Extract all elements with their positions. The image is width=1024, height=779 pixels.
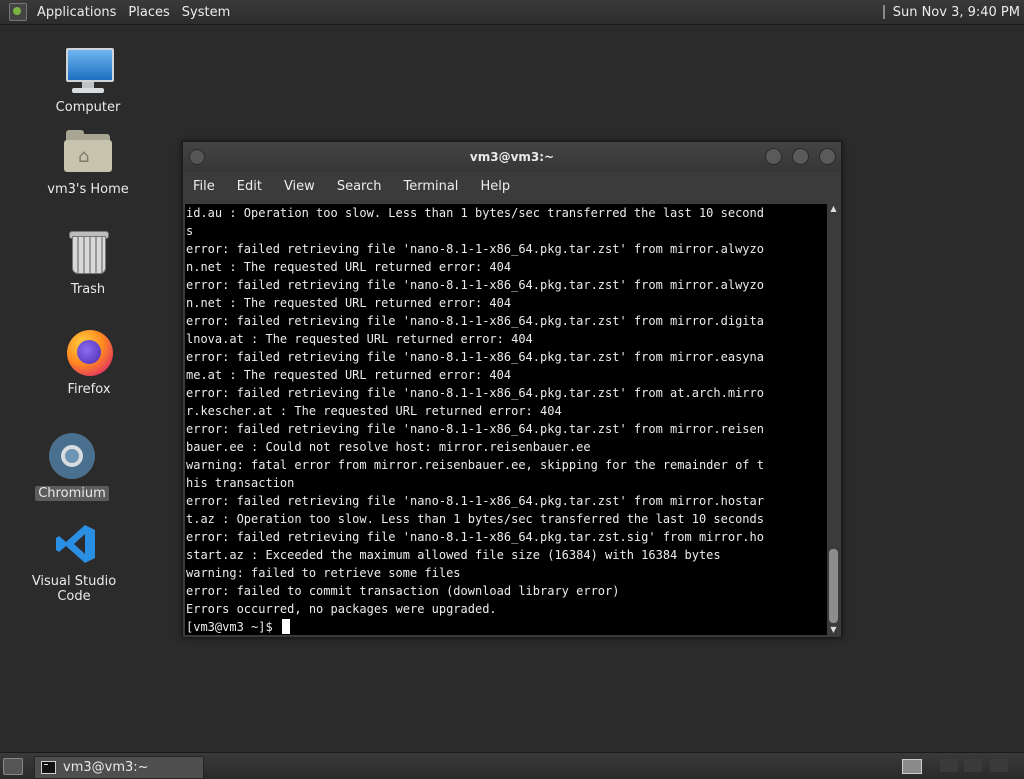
terminal-prompt-line[interactable]: [vm3@vm3 ~]$ <box>185 618 827 635</box>
window-titlebar[interactable]: vm3@vm3:~ <box>183 142 841 172</box>
terminal-line: warning: fatal error from mirror.reisenb… <box>186 458 764 472</box>
computer-icon <box>62 44 114 96</box>
terminal-line: error: failed retrieving file 'nano-8.1-… <box>186 386 764 400</box>
desktop-icon-label: Visual Studio Code <box>31 574 117 604</box>
vscode-icon <box>48 518 100 570</box>
clock[interactable]: Sun Nov 3, 9:40 PM <box>893 5 1020 20</box>
desktop-icon-home[interactable]: ⌂ vm3's Home <box>33 126 143 197</box>
desktop-icon-firefox[interactable]: Firefox <box>34 326 144 397</box>
text-cursor <box>281 619 290 634</box>
terminal-line: error: failed to commit transaction (dow… <box>186 584 620 598</box>
close-button[interactable] <box>819 148 836 165</box>
desktop-icon-label: Chromium <box>35 486 109 501</box>
terminal-output[interactable]: id.au : Operation too slow. Less than 1 … <box>185 204 827 635</box>
terminal-line: start.az : Exceeded the maximum allowed … <box>186 548 721 562</box>
terminal-icon <box>41 761 56 774</box>
menu-help[interactable]: Help <box>469 179 521 194</box>
terminal-line: Errors occurred, no packages were upgrad… <box>186 602 497 616</box>
terminal-window[interactable]: vm3@vm3:~ File Edit View Search Terminal… <box>182 141 842 638</box>
top-panel: Applications Places System Sun Nov 3, 9:… <box>0 0 1024 25</box>
desktop-icon-computer[interactable]: Computer <box>33 44 143 115</box>
menu-view[interactable]: View <box>273 179 326 194</box>
terminal-line: error: failed retrieving file 'nano-8.1-… <box>186 530 764 544</box>
bottom-panel: vm3@vm3:~ <box>0 752 1024 779</box>
terminal-line: s <box>186 224 194 238</box>
panel-separator <box>882 5 885 19</box>
terminal-menubar: File Edit View Search Terminal Help <box>183 172 841 200</box>
terminal-line: n.net : The requested URL returned error… <box>186 296 512 310</box>
terminal-line: error: failed retrieving file 'nano-8.1-… <box>186 494 764 508</box>
workspace-4[interactable] <box>990 759 1008 772</box>
terminal-line: r.kescher.at : The requested URL returne… <box>186 404 562 418</box>
terminal-line: n.net : The requested URL returned error… <box>186 260 512 274</box>
terminal-line: his transaction <box>186 476 295 490</box>
terminal-line: t.az : Operation too slow. Less than 1 b… <box>186 512 764 526</box>
trash-icon <box>62 226 114 278</box>
chromium-icon <box>46 430 98 482</box>
menu-search[interactable]: Search <box>326 179 393 194</box>
menu-places[interactable]: Places <box>122 5 175 20</box>
terminal-line: warning: failed to retrieve some files <box>186 566 461 580</box>
terminal-line: bauer.ee : Could not resolve host: mirro… <box>186 440 591 454</box>
maximize-button[interactable] <box>792 148 809 165</box>
menu-terminal[interactable]: Terminal <box>392 179 469 194</box>
terminal-line: error: failed retrieving file 'nano-8.1-… <box>186 242 764 256</box>
show-desktop-icon[interactable] <box>3 758 23 775</box>
desktop-icon-label: Trash <box>70 282 106 297</box>
scrollbar-thumb[interactable] <box>829 549 838 623</box>
terminal-line: error: failed retrieving file 'nano-8.1-… <box>186 350 764 364</box>
taskbar-label: vm3@vm3:~ <box>63 760 149 775</box>
terminal-scrollbar[interactable]: ▲ ▼ <box>828 204 839 635</box>
scroll-up-arrow-icon[interactable]: ▲ <box>829 204 838 213</box>
menu-edit[interactable]: Edit <box>226 179 273 194</box>
terminal-line: lnova.at : The requested URL returned er… <box>186 332 533 346</box>
workspace-1[interactable] <box>902 759 922 774</box>
clock-area: Sun Nov 3, 9:40 PM <box>882 0 1020 24</box>
home-folder-icon: ⌂ <box>62 126 114 178</box>
terminal-line: error: failed retrieving file 'nano-8.1-… <box>186 422 764 436</box>
window-title: vm3@vm3:~ <box>469 150 555 164</box>
taskbar-terminal-button[interactable]: vm3@vm3:~ <box>34 756 204 779</box>
workspace-3[interactable] <box>964 759 982 772</box>
desktop-icon-chromium[interactable]: Chromium <box>17 430 127 501</box>
menu-system[interactable]: System <box>176 5 236 20</box>
firefox-icon <box>63 326 115 378</box>
desktop-icon-label: vm3's Home <box>47 182 129 197</box>
terminal-line: error: failed retrieving file 'nano-8.1-… <box>186 314 764 328</box>
menu-applications[interactable]: Applications <box>31 5 122 20</box>
desktop-icon-label: Computer <box>55 100 121 115</box>
terminal-line: me.at : The requested URL returned error… <box>186 368 512 382</box>
desktop-icon-vscode[interactable]: Visual Studio Code <box>19 518 129 604</box>
menu-file[interactable]: File <box>183 179 226 194</box>
scroll-down-arrow-icon[interactable]: ▼ <box>829 625 838 634</box>
terminal-line: id.au : Operation too slow. Less than 1 … <box>186 206 764 220</box>
desktop-icon-label: Firefox <box>67 382 111 397</box>
terminal-line: error: failed retrieving file 'nano-8.1-… <box>186 278 764 292</box>
desktop-icon-trash[interactable]: Trash <box>33 226 143 297</box>
minimize-button[interactable] <box>765 148 782 165</box>
terminal-prompt: [vm3@vm3 ~]$ <box>186 620 280 634</box>
distro-logo-icon[interactable] <box>9 3 27 21</box>
workspace-2[interactable] <box>940 759 958 772</box>
